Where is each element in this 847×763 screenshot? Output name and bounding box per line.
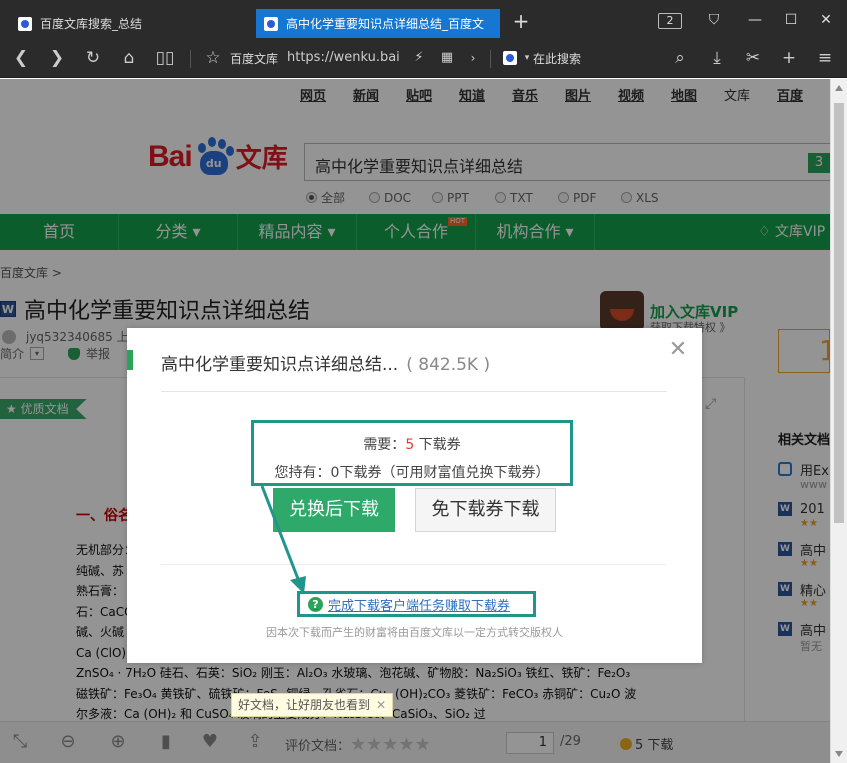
browser-navbar: ❮ ❯ ↻ ⌂ ▯▯ ☆ 百度文库 https://wenku.bai ⚡ ▦ …	[0, 38, 847, 78]
address-url[interactable]: https://wenku.bai	[287, 50, 400, 65]
client-task-link[interactable]: ? 完成下载客户端任务赚取下载券	[297, 591, 536, 617]
voucher-owned: 您持有：0下载券（可用财富值兑换下载券）	[274, 465, 550, 481]
refresh-button[interactable]: ↻	[82, 47, 104, 69]
close-icon[interactable]: ✕	[376, 698, 386, 712]
voucher-required: 需要：5 下载券	[363, 437, 461, 453]
close-icon[interactable]: ✕	[668, 339, 688, 361]
dialog-title: 高中化学重要知识点详细总结...( 842.5K )	[161, 355, 491, 375]
free-download-button[interactable]: 免下载券下载	[415, 488, 556, 532]
modal-overlay-bottom	[0, 721, 830, 763]
divider	[190, 50, 191, 68]
browser-titlebar: 百度文库搜索_总结 高中化学重要知识点详细总结_百度文 + 2 ⛉ — ☐ ✕	[0, 0, 847, 38]
search-icon[interactable]: ⌕	[669, 47, 691, 69]
flash-icon[interactable]: ⚡	[408, 47, 430, 69]
divider	[161, 564, 667, 565]
copyright-note: 因本次下载而产生的财富将由百度文库以一定方式转交版权人	[266, 626, 563, 639]
question-icon: ?	[308, 596, 323, 612]
scroll-thumb[interactable]	[834, 103, 844, 523]
share-tooltip: 好文档，让好朋友也看到 ✕	[231, 693, 394, 717]
download-dialog: 高中化学重要知识点详细总结...( 842.5K ) ✕ 需要：5 下载券 您持…	[127, 328, 702, 663]
tab-title: 百度文库搜索_总结	[40, 17, 143, 31]
search-engine-icon[interactable]	[503, 51, 517, 65]
skin-icon[interactable]: ⛉	[703, 10, 725, 30]
scroll-down-icon[interactable]	[835, 751, 843, 757]
exchange-download-button[interactable]: 兑换后下载	[273, 488, 395, 532]
tab-title: 高中化学重要知识点详细总结_百度文	[286, 17, 485, 31]
baidu-favicon-icon	[264, 16, 278, 31]
plus-icon[interactable]: +	[778, 47, 800, 69]
chevron-right-icon[interactable]: ›	[462, 47, 484, 69]
reader-icon[interactable]: ▯▯	[154, 47, 176, 69]
scissors-icon[interactable]: ✂	[742, 47, 764, 69]
divider	[490, 50, 491, 68]
search-input[interactable]: 在此搜索	[533, 50, 581, 67]
site-name: 百度文库	[230, 52, 279, 66]
scrollbar[interactable]	[830, 79, 847, 763]
home-button[interactable]: ⌂	[118, 47, 140, 69]
forward-button[interactable]: ❯	[46, 47, 68, 69]
close-window-button[interactable]: ✕	[815, 10, 837, 30]
tab-search-results[interactable]: 百度文库搜索_总结	[10, 9, 255, 38]
voucher-info: 需要：5 下载券 您持有：0下载券（可用财富值兑换下载券）	[251, 420, 573, 486]
maximize-button[interactable]: ☐	[780, 10, 802, 30]
menu-icon[interactable]: ≡	[814, 47, 836, 69]
star-icon[interactable]: ☆	[202, 47, 224, 69]
divider	[161, 391, 667, 392]
scroll-up-icon[interactable]	[835, 85, 843, 91]
file-size: ( 842.5K )	[406, 355, 491, 375]
download-icon[interactable]: ⤓	[706, 47, 728, 69]
tab-count-badge[interactable]: 2	[658, 13, 682, 29]
title-accent	[127, 350, 133, 370]
tab-document[interactable]: 高中化学重要知识点详细总结_百度文	[256, 9, 500, 38]
baidu-favicon-icon	[18, 16, 32, 31]
minimize-button[interactable]: —	[744, 10, 766, 30]
new-tab-button[interactable]: +	[510, 10, 532, 32]
back-button[interactable]: ❮	[10, 47, 32, 69]
qrcode-icon[interactable]: ▦	[436, 47, 458, 69]
